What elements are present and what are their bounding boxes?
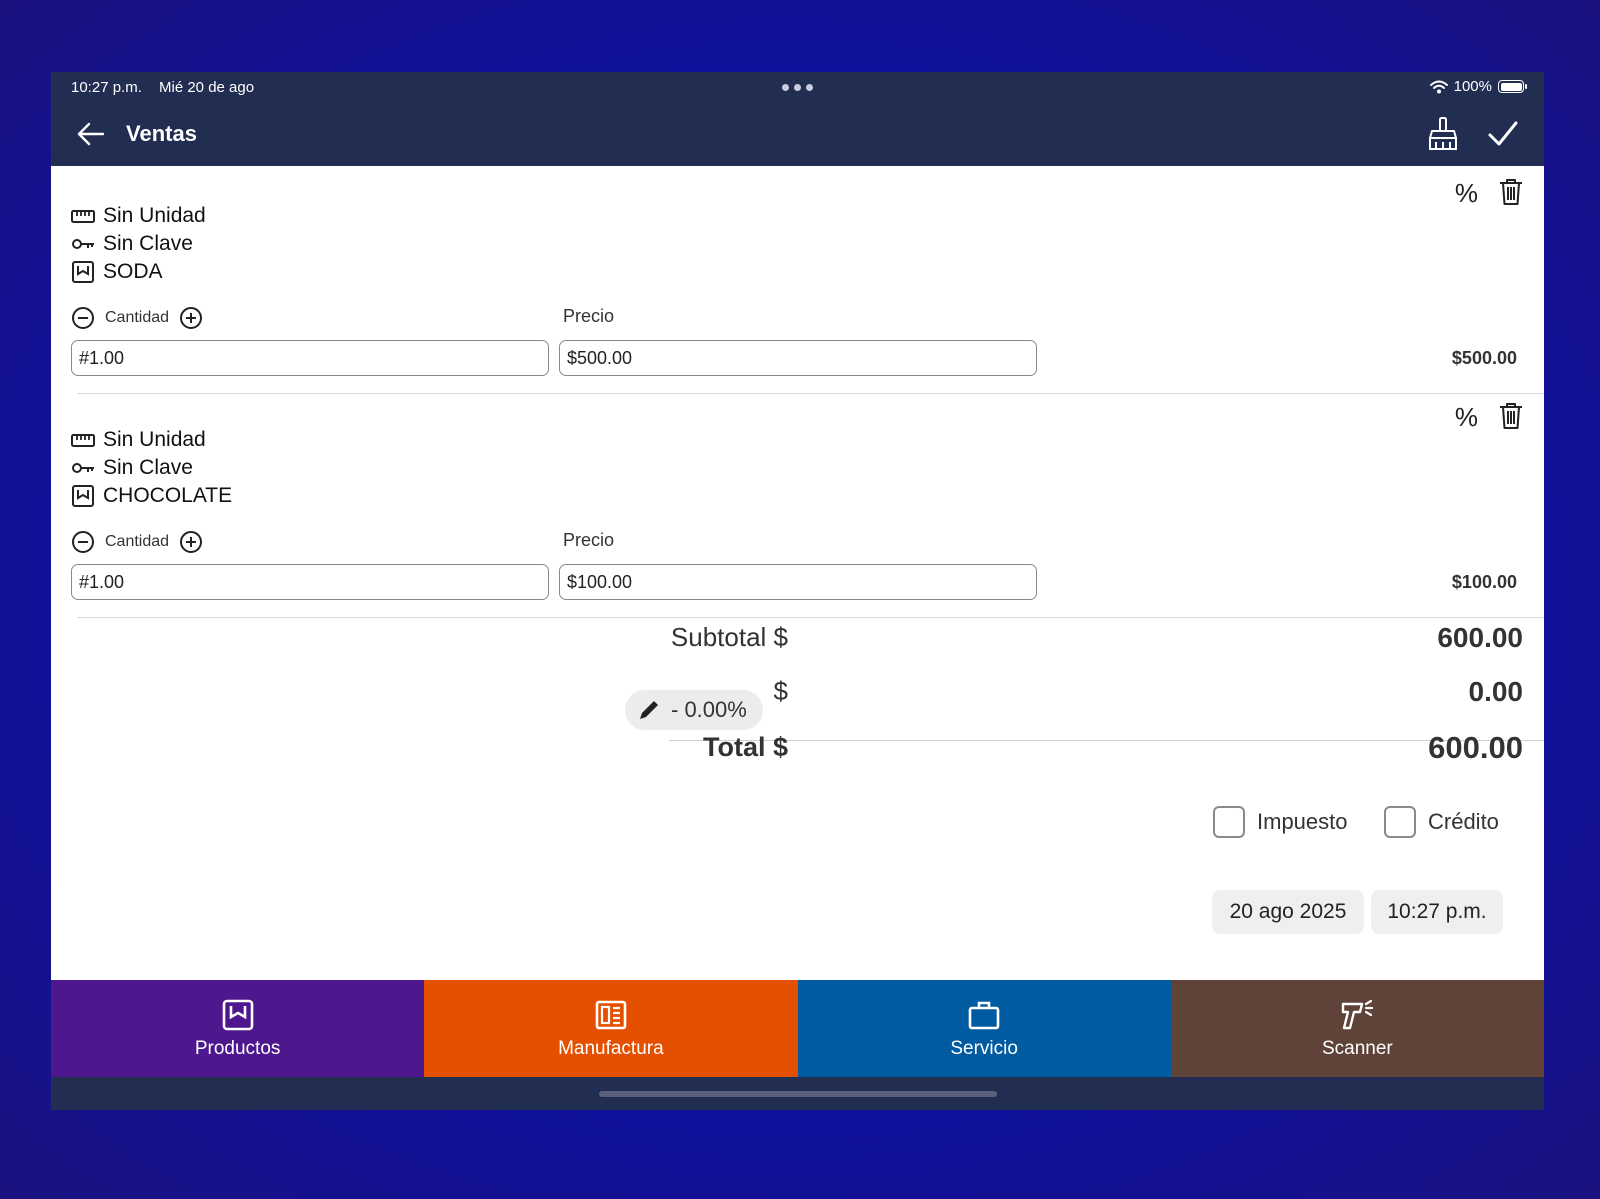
item-name: CHOCOLATE xyxy=(103,484,233,507)
tab-label: Servicio xyxy=(950,1037,1018,1059)
tab-productos[interactable]: Productos xyxy=(51,980,425,1077)
quantity-stepper: Cantidad xyxy=(71,306,203,330)
barcode-scanner-icon xyxy=(1342,999,1374,1029)
tab-servicio[interactable]: Servicio xyxy=(797,980,1171,1077)
discount-percent: - 0.00% xyxy=(671,697,747,722)
credit-label: Crédito xyxy=(1428,809,1499,834)
price-field[interactable] xyxy=(559,340,1037,376)
battery-icon xyxy=(1498,80,1527,93)
key-row: Sin Clave xyxy=(71,456,193,480)
status-bar: 10:27 p.m. Mié 20 de ago 100% xyxy=(51,72,1544,102)
tax-label: Impuesto xyxy=(1257,809,1348,834)
discount-percent-button[interactable]: % xyxy=(1455,178,1478,209)
ruler-icon xyxy=(71,434,95,447)
subtotal-label: Subtotal $ xyxy=(670,622,788,652)
product-box-icon xyxy=(72,261,94,283)
trash-icon[interactable] xyxy=(1498,178,1524,206)
credit-checkbox[interactable]: Crédito xyxy=(1384,806,1499,838)
discount-percent-button[interactable]: % xyxy=(1455,402,1478,433)
discount-currency: $ xyxy=(773,676,788,706)
item-unit: Sin Unidad xyxy=(103,204,206,227)
name-row: SODA xyxy=(71,260,163,284)
checkbox-icon[interactable] xyxy=(1384,806,1416,838)
checkmark-icon[interactable] xyxy=(1486,117,1520,151)
quantity-field[interactable] xyxy=(71,340,549,376)
tab-manufactura[interactable]: Manufactura xyxy=(424,980,798,1077)
ruler-icon xyxy=(71,210,95,223)
item-unit: Sin Unidad xyxy=(103,428,206,451)
unit-row: Sin Unidad xyxy=(71,204,206,228)
product-box-icon xyxy=(222,999,253,1030)
multitasking-dots-icon[interactable] xyxy=(782,84,813,91)
tab-label: Manufactura xyxy=(558,1037,664,1059)
app-window: 10:27 p.m. Mié 20 de ago 100% Ventas % S… xyxy=(51,72,1544,1110)
product-box-icon xyxy=(72,485,94,507)
unit-row: Sin Unidad xyxy=(71,428,206,452)
trash-icon[interactable] xyxy=(1498,402,1524,430)
plus-circle-icon[interactable] xyxy=(179,530,203,554)
item-key: Sin Clave xyxy=(103,232,193,255)
arrow-left-icon[interactable] xyxy=(75,118,107,150)
item-name: SODA xyxy=(103,260,163,283)
price-field[interactable] xyxy=(559,564,1037,600)
manufacturing-icon xyxy=(595,1000,627,1029)
tab-label: Scanner xyxy=(1321,1037,1393,1059)
key-icon xyxy=(72,239,94,249)
wifi-icon xyxy=(1429,80,1448,93)
page-title: Ventas xyxy=(126,121,197,146)
quantity-field[interactable] xyxy=(71,564,549,600)
price-label: Precio xyxy=(563,306,615,326)
discount-value: 0.00 xyxy=(1468,676,1524,707)
total-value: 600.00 xyxy=(1428,730,1523,765)
divider xyxy=(669,740,1544,741)
battery-percent: 100% xyxy=(1453,78,1492,95)
pencil-icon xyxy=(640,701,658,719)
quantity-stepper: Cantidad xyxy=(71,530,203,554)
discount-edit-button[interactable]: - 0.00% xyxy=(625,690,763,730)
plus-circle-icon[interactable] xyxy=(179,306,203,330)
price-label: Precio xyxy=(563,530,615,550)
bottom-tab-bar: Productos Manufactura Servicio Scanner xyxy=(51,980,1544,1077)
name-row: CHOCOLATE xyxy=(71,484,232,508)
checkbox-icon[interactable] xyxy=(1213,806,1245,838)
subtotal-value: 600.00 xyxy=(1437,622,1523,653)
quantity-label: Cantidad xyxy=(105,309,170,326)
total-label: Total $ xyxy=(702,732,788,762)
key-icon xyxy=(72,463,94,473)
home-indicator[interactable] xyxy=(599,1091,997,1097)
navigation-bar: Ventas xyxy=(51,102,1544,166)
status-right: 100% xyxy=(1429,78,1527,95)
item-key: Sin Clave xyxy=(103,456,193,479)
line-total: $100.00 xyxy=(1451,572,1517,592)
time-picker[interactable]: 10:27 p.m. xyxy=(1371,890,1503,934)
divider xyxy=(77,617,1544,618)
tab-label: Productos xyxy=(194,1037,281,1059)
line-total: $500.00 xyxy=(1451,348,1517,368)
broom-icon[interactable] xyxy=(1426,116,1460,152)
briefcase-icon xyxy=(968,1001,1000,1029)
quantity-label: Cantidad xyxy=(105,533,170,550)
status-date: Mié 20 de ago xyxy=(159,79,255,96)
sale-item: % Sin Unidad Sin Clave SODA Cantidad Pre… xyxy=(51,166,1544,394)
tax-checkbox[interactable]: Impuesto xyxy=(1213,806,1348,838)
sale-item: % Sin Unidad Sin Clave CHOCOLATE Cantida… xyxy=(51,390,1544,618)
date-picker[interactable]: 20 ago 2025 xyxy=(1212,890,1364,934)
key-row: Sin Clave xyxy=(71,232,193,256)
tab-scanner[interactable]: Scanner xyxy=(1170,980,1544,1077)
minus-circle-icon[interactable] xyxy=(71,530,95,554)
status-time: 10:27 p.m. xyxy=(71,79,142,96)
minus-circle-icon[interactable] xyxy=(71,306,95,330)
